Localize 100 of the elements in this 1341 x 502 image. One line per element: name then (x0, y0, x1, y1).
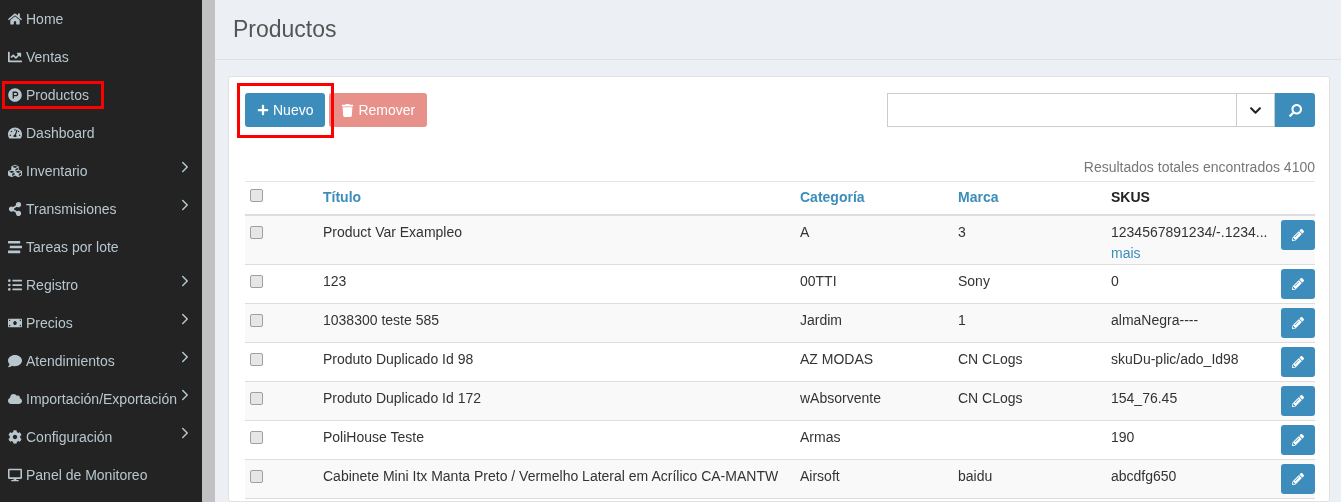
table-cell: Produto Duplicado Id 172 (323, 389, 481, 406)
table-cell-text: abcdfg650 (1111, 466, 1178, 486)
table-cell: Product Var Exampleo (323, 223, 463, 240)
table-cell: Cabinete Mini Itx Manta Preto / Vermelho Lateral em Acrílico CA-MANTW (323, 467, 779, 484)
search-icon (1288, 103, 1302, 117)
cloud-icon (8, 392, 22, 406)
sidebar-label: Precios (26, 313, 73, 333)
edit-button[interactable] (1281, 385, 1315, 416)
table-cell-text: 190 (1111, 427, 1136, 447)
sidebar-label: Inventario (26, 161, 88, 181)
table-cell: CN CLogs (958, 350, 1023, 367)
sidebar-item[interactable]: Precios (0, 304, 202, 342)
table-cell: Sony (958, 272, 990, 289)
settings-icon (8, 430, 22, 444)
sidebar-label: Dashboard (26, 123, 95, 143)
table-cell: Airsoft (800, 467, 840, 484)
table-cell-text: 1234567891234/-.1234... (1111, 222, 1269, 242)
gauge-icon (8, 126, 22, 140)
more-link[interactable]: mais (1111, 242, 1271, 264)
home-icon (8, 12, 22, 26)
new-button[interactable]: Nuevo (245, 93, 326, 127)
table-cell: Jardim (800, 311, 842, 328)
list-icon (8, 278, 22, 292)
table-cell-text: 154_76.45 (1111, 388, 1179, 408)
checkbox[interactable] (250, 352, 263, 366)
sidebar-item[interactable]: Home (0, 0, 202, 38)
table-cell: 1 (958, 311, 966, 328)
sidebar-label: Registro (26, 275, 79, 295)
table-cell: PoliHouse Teste (323, 428, 424, 445)
table-cell-text: skuDu-plic/ado_Id98 (1111, 349, 1240, 369)
checkbox[interactable] (250, 313, 263, 327)
table-cell: A (800, 223, 810, 240)
share-icon (8, 202, 22, 216)
table-cell: baidu (958, 467, 993, 484)
line-chart-icon (8, 50, 22, 64)
table-cell: 123 (323, 272, 347, 289)
table-cell: AZ MODAS (800, 350, 874, 367)
table-cell: Armas (800, 428, 841, 445)
sidebar-item[interactable]: Atendimientos (0, 342, 202, 380)
pencil-icon (1292, 472, 1304, 485)
page-title: Productos (233, 15, 337, 45)
pencil-icon (1292, 355, 1304, 368)
table-cell: 00TTI (800, 272, 837, 289)
sidebar-item[interactable]: Inventario (0, 152, 202, 190)
table-cell: wAbsorvente (800, 389, 881, 406)
edit-button[interactable] (1281, 268, 1315, 299)
sidebar-label: Productos (26, 85, 90, 105)
sidebar-label: Ventas (26, 47, 69, 67)
pencil-icon (1292, 394, 1304, 407)
checkbox[interactable] (250, 189, 263, 203)
search-button[interactable] (1275, 93, 1315, 127)
sidebar-item[interactable]: Registro (0, 266, 202, 304)
edit-button[interactable] (1281, 346, 1315, 377)
sidebar-label: Tareas por lote (26, 237, 119, 257)
bars-icon (8, 240, 22, 254)
checkbox[interactable] (250, 469, 263, 483)
banknote-icon (8, 316, 22, 330)
pencil-icon (1292, 316, 1304, 329)
sidebar-label: Importación/Exportación (26, 389, 177, 409)
trash-icon (341, 103, 355, 117)
sidebar-item[interactable]: Ventas (0, 38, 202, 76)
sidebar-item[interactable]: Configuración (0, 418, 202, 456)
table-cell-text: 0 (1111, 271, 1120, 291)
results-count: Resultados totales encontrados 4100 (1083, 158, 1315, 177)
column-header[interactable]: Categoría (800, 189, 865, 206)
edit-button[interactable] (1281, 219, 1315, 250)
monitor-icon (8, 468, 22, 482)
sidebar-item[interactable]: Panel de Monitoreo (0, 456, 202, 494)
edit-button[interactable] (1281, 424, 1315, 455)
table-cell: Produto Duplicado Id 98 (323, 350, 474, 367)
sidebar-item[interactable]: Tareas por lote (0, 228, 202, 266)
column-header[interactable]: Marca (958, 189, 999, 206)
table-cell: 3 (958, 223, 966, 240)
table-cell: CN CLogs (958, 389, 1023, 406)
edit-button[interactable] (1281, 307, 1315, 338)
table-cell-text: almaNegra---- (1111, 310, 1200, 330)
checkbox[interactable] (250, 391, 263, 405)
sidebar-item[interactable]: Importación/Exportación (0, 380, 202, 418)
pencil-icon (1292, 277, 1304, 290)
cubes-icon (8, 164, 22, 178)
speech-bubble-icon (8, 354, 22, 368)
checkbox[interactable] (250, 225, 263, 239)
scrollbar[interactable] (202, 0, 215, 502)
sidebar-item[interactable]: Dashboard (0, 114, 202, 152)
sidebar-label: Home (26, 9, 64, 29)
sidebar-label: Transmisiones (26, 199, 117, 219)
checkbox[interactable] (250, 274, 263, 288)
column-header: SKUS (1111, 189, 1150, 206)
sidebar-item[interactable]: Productos (0, 76, 202, 114)
search-field[interactable] (887, 93, 1237, 127)
column-header[interactable]: Título (323, 189, 362, 206)
edit-button[interactable] (1281, 463, 1315, 494)
sidebar-label: Configuración (26, 427, 113, 447)
checkbox[interactable] (250, 430, 263, 444)
sidebar-item[interactable]: Transmisiones (0, 190, 202, 228)
table-cell: 1038300 teste 585 (323, 311, 439, 328)
sidebar-label: Panel de Monitoreo (26, 465, 148, 485)
pencil-icon (1292, 228, 1304, 241)
plus-icon (257, 104, 269, 116)
sidebar-label: Atendimientos (26, 351, 115, 371)
